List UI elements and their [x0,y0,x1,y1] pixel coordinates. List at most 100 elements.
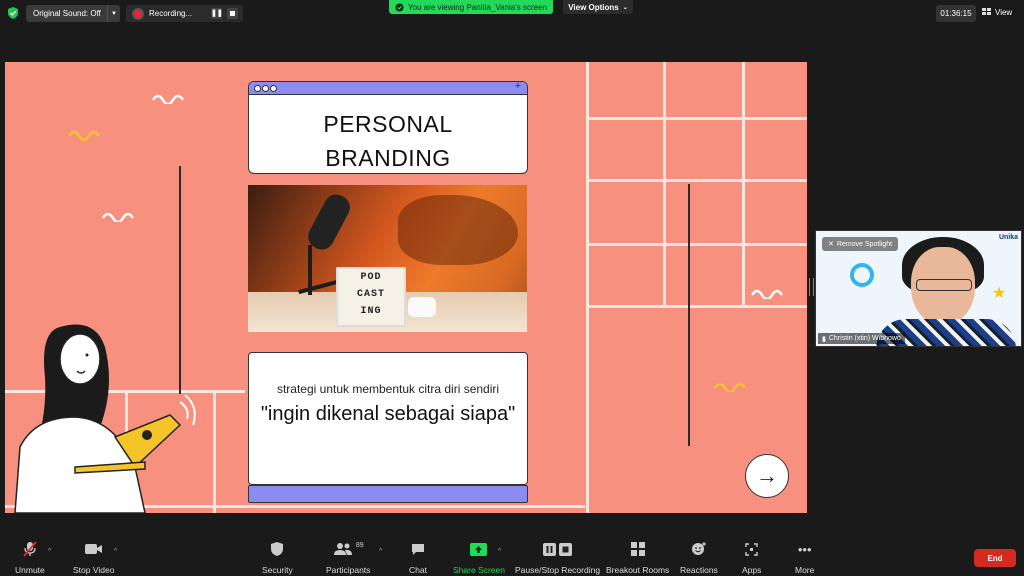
text-card-footer-bar [248,485,528,503]
breakout-rooms-label: Breakout Rooms [606,565,670,575]
squiggle-decoration [151,94,185,104]
participants-label: Participants [326,565,371,575]
lightbox-line: POD [360,272,382,283]
shared-screen-slide: + PERSONAL BRANDING POD CAST ING strateg… [5,62,807,513]
chevron-down-icon: ⌄ [622,4,628,11]
chat-bubble-icon [411,540,425,558]
pin-icon: ✕ [828,241,834,248]
share-check-icon [395,2,404,12]
lightbox-line: ING [360,306,382,317]
original-sound-toggle[interactable]: Original Sound: Off ▼ [26,5,120,22]
next-arrow-icon[interactable]: → [745,454,789,498]
plus-icon: + [514,81,521,92]
grid-line [586,179,807,182]
meeting-top-bar: Original Sound: Off ▼ Recording... ❚❚ Yo… [0,0,1024,26]
apps-icon [745,540,758,558]
slide-quote: "ingin dikenal sebagai siapa" [260,403,516,425]
apps-button[interactable]: Apps [742,540,761,575]
unmute-label: Unmute [15,565,45,575]
remove-spotlight-label: Remove Spotlight [836,240,893,248]
video-camera-icon [84,540,103,558]
participants-button[interactable]: 89 Participants [326,540,371,576]
recording-label: Recording... [149,9,193,18]
breakout-rooms-button[interactable]: Breakout Rooms [606,540,669,575]
original-sound-label: Original Sound: Off [33,9,101,18]
grid-line [742,62,745,307]
grid-line [586,305,807,308]
woman-laptop-illustration [14,324,196,513]
chevron-up-icon[interactable]: ^ [379,548,382,555]
pause-icon[interactable]: ❚❚ [211,8,223,19]
end-meeting-button[interactable]: End [974,549,1016,567]
stop-video-label: Stop Video [73,565,115,575]
podcasting-photo: POD CAST ING [248,185,527,332]
apps-label: Apps [742,565,762,575]
chevron-down-icon[interactable]: ▼ [107,5,120,22]
breakout-rooms-icon [630,540,645,558]
view-button[interactable]: View [982,5,1020,19]
signal-bars-icon: ▮ [822,335,826,343]
decorative-line [688,184,690,446]
view-options-button[interactable]: View Options ⌄ [563,0,633,14]
recording-dot-icon [134,9,142,18]
share-screen-icon [470,540,488,558]
stop-icon[interactable] [227,8,238,19]
slide-title-line1: PERSONAL [323,111,453,137]
chat-button[interactable]: Chat [409,540,427,575]
meeting-timer: 01:36:15 [936,5,976,22]
panel-resize-handle[interactable] [809,278,814,296]
grid-line [586,117,807,120]
more-button[interactable]: ••• More [795,540,815,576]
recording-indicator: Recording... ❚❚ [126,5,243,22]
chevron-up-icon[interactable]: ^ [498,548,501,555]
reactions-button[interactable]: Reactions [680,540,718,575]
star-icon: ★ [992,285,1007,302]
view-label: View [995,7,1013,17]
smiley-plus-icon [691,540,707,558]
grid-line [586,62,589,513]
lightbox-line: CAST [356,289,385,300]
squiggle-decoration [750,289,784,299]
slide-subtitle: strategi untuk membentuk citra diri send… [276,382,500,396]
security-shield-icon [271,540,284,558]
share-screen-label: Share Screen [453,565,505,575]
participant-video-thumbnail[interactable]: ★ Unika ✕ Remove Spotlight ▮ Christin (x… [815,230,1022,347]
participant-name-tag: ▮ Christin (xtin) Wibhowo [818,333,905,344]
more-label: More [795,565,815,575]
remove-spotlight-button[interactable]: ✕ Remove Spotlight [822,237,899,251]
unmute-button[interactable]: Unmute [15,540,45,575]
security-label: Security [262,565,293,575]
pause-stop-icon [542,540,573,558]
slide-title-line2: BRANDING [325,145,451,171]
grid-line [213,390,216,513]
pause-stop-recording-label: Pause/Stop Recording [515,565,601,575]
share-screen-button[interactable]: Share Screen [453,540,505,575]
meeting-controls-toolbar: Unmute ^ Stop Video ^ Security 89 Partic… [0,536,1024,576]
chat-label: Chat [409,565,427,575]
lightbox-sign: POD CAST ING [336,267,406,327]
chevron-up-icon[interactable]: ^ [114,548,117,555]
chevron-up-icon[interactable]: ^ [48,548,51,555]
squiggle-decoration [101,212,135,222]
squiggle-decoration [67,130,101,142]
shield-icon[interactable] [7,7,19,19]
pause-stop-recording-button[interactable]: Pause/Stop Recording [515,540,600,575]
grid-view-icon [982,8,991,15]
mic-muted-icon [23,540,37,558]
text-card: strategi untuk membentuk citra diri send… [248,352,528,485]
security-button[interactable]: Security [262,540,293,575]
participants-count: 89 [355,541,364,549]
earbuds-case-image [408,297,436,317]
viewing-banner: You are viewing Panitia_Vania's screen [389,0,553,14]
participant-name: Christin (xtin) Wibhowo [828,335,901,342]
unika-logo: Unika [998,234,1018,241]
viewing-banner-text: You are viewing Panitia_Vania's screen [408,2,547,12]
microphone-image [303,190,355,254]
squiggle-decoration [713,382,747,392]
view-options-label: View Options [568,2,619,12]
stop-video-button[interactable]: Stop Video [73,540,114,575]
reactions-label: Reactions [680,565,718,575]
grid-line [663,62,666,307]
window-bar: + [249,82,527,95]
grid-line [586,243,807,246]
